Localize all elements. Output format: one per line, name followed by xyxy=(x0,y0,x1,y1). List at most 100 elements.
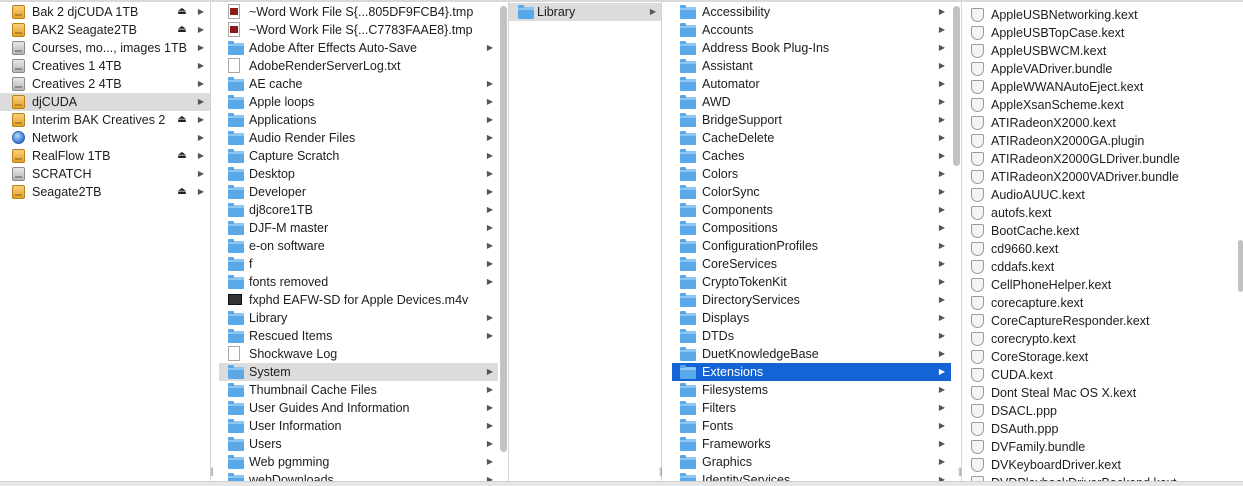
library-item[interactable]: Assistant ▶ xyxy=(672,57,951,75)
library-item[interactable]: Caches ▶ xyxy=(672,147,951,165)
library-column-scrollbar[interactable] xyxy=(953,6,960,166)
library-item[interactable]: Frameworks ▶ xyxy=(672,435,951,453)
djcuda-item[interactable]: User Guides And Information ▶ xyxy=(219,399,498,417)
djcuda-item[interactable]: User Information ▶ xyxy=(219,417,498,435)
column-resize-handle[interactable]: || xyxy=(958,466,962,476)
djcuda-item[interactable]: dj8core1TB ▶ xyxy=(219,201,498,219)
eject-icon[interactable]: ⏏ xyxy=(177,111,187,129)
djcuda-column[interactable]: ~Word Work File S{...805DF9FCB4}.tmp ~Wor… xyxy=(219,2,498,481)
eject-icon[interactable]: ⏏ xyxy=(177,21,187,39)
eject-icon[interactable]: ⏏ xyxy=(177,147,187,165)
library-item[interactable]: Automator ▶ xyxy=(672,75,951,93)
library-item[interactable]: Displays ▶ xyxy=(672,309,951,327)
volume-item[interactable]: Interim BAK Creatives 2 ⏏ ▶ xyxy=(0,111,210,129)
library-item[interactable]: CoreServices ▶ xyxy=(672,255,951,273)
column-resize-handle[interactable]: || xyxy=(210,466,214,476)
djcuda-item[interactable]: Rescued Items ▶ xyxy=(219,327,498,345)
extension-item[interactable]: corecapture.kext xyxy=(962,294,1243,312)
extension-item[interactable]: ATIRadeonX2000.kext xyxy=(962,114,1243,132)
library-item[interactable]: Colors ▶ xyxy=(672,165,951,183)
extension-item[interactable]: AppleWWANAutoEject.kext xyxy=(962,78,1243,96)
volume-item[interactable]: Network ▶ xyxy=(0,129,210,147)
djcuda-item[interactable]: Desktop ▶ xyxy=(219,165,498,183)
library-item[interactable]: ConfigurationProfiles ▶ xyxy=(672,237,951,255)
library-item[interactable]: Compositions ▶ xyxy=(672,219,951,237)
extension-item[interactable]: Dont Steal Mac OS X.kext xyxy=(962,384,1243,402)
volume-item[interactable]: djCUDA ▶ xyxy=(0,93,210,111)
library-item[interactable]: DTDs ▶ xyxy=(672,327,951,345)
volume-item[interactable]: Seagate2TB ⏏ ▶ xyxy=(0,183,210,201)
library-item[interactable]: IdentityServices ▶ xyxy=(672,471,951,481)
library-item[interactable]: DuetKnowledgeBase ▶ xyxy=(672,345,951,363)
djcuda-item[interactable]: Thumbnail Cache Files ▶ xyxy=(219,381,498,399)
djcuda-item[interactable]: Web pgmming ▶ xyxy=(219,453,498,471)
volume-item[interactable]: Creatives 2 4TB ▶ xyxy=(0,75,210,93)
extension-item[interactable]: corecrypto.kext xyxy=(962,330,1243,348)
system-item[interactable]: Library ▶ xyxy=(509,3,661,21)
column-divider[interactable] xyxy=(661,2,662,481)
column-resize-handle[interactable]: || xyxy=(659,466,663,476)
extension-item[interactable]: AppleVADriver.bundle xyxy=(962,60,1243,78)
extension-item[interactable]: ATIRadeonX2000GA.plugin xyxy=(962,132,1243,150)
extension-item[interactable]: cddafs.kext xyxy=(962,258,1243,276)
djcuda-item[interactable]: Applications ▶ xyxy=(219,111,498,129)
library-item[interactable]: CacheDelete ▶ xyxy=(672,129,951,147)
extension-item[interactable]: AppleUSBWCM.kext xyxy=(962,42,1243,60)
extension-item[interactable]: autofs.kext xyxy=(962,204,1243,222)
volume-item[interactable]: Creatives 1 4TB ▶ xyxy=(0,57,210,75)
djcuda-column-scrollbar[interactable] xyxy=(500,6,507,452)
djcuda-item[interactable]: e-on software ▶ xyxy=(219,237,498,255)
library-item[interactable]: Accounts ▶ xyxy=(672,21,951,39)
library-item[interactable]: Filesystems ▶ xyxy=(672,381,951,399)
djcuda-item[interactable]: Developer ▶ xyxy=(219,183,498,201)
extensions-column[interactable]: AppleUSBNetworking.kext AppleUSBTopCase.k… xyxy=(962,2,1243,481)
djcuda-item[interactable]: System ▶ xyxy=(219,363,498,381)
extension-item[interactable]: AppleUSBNetworking.kext xyxy=(962,6,1243,24)
djcuda-item[interactable]: Shockwave Log xyxy=(219,345,498,363)
extension-item[interactable]: ATIRadeonX2000VADriver.bundle xyxy=(962,168,1243,186)
library-item[interactable]: Graphics ▶ xyxy=(672,453,951,471)
library-item[interactable]: Fonts ▶ xyxy=(672,417,951,435)
djcuda-item[interactable]: ~Word Work File S{...805DF9FCB4}.tmp xyxy=(219,3,498,21)
library-item[interactable]: Components ▶ xyxy=(672,201,951,219)
library-item[interactable]: Accessibility ▶ xyxy=(672,3,951,21)
extension-item[interactable]: DVFamily.bundle xyxy=(962,438,1243,456)
djcuda-item[interactable]: ~Word Work File S{...C7783FAAE8}.tmp xyxy=(219,21,498,39)
extension-item[interactable]: cd9660.kext xyxy=(962,240,1243,258)
extension-item[interactable]: BootCache.kext xyxy=(962,222,1243,240)
library-item[interactable]: AWD ▶ xyxy=(672,93,951,111)
library-item[interactable]: Extensions ▶ xyxy=(672,363,951,381)
eject-icon[interactable]: ⏏ xyxy=(177,183,187,201)
extension-item[interactable]: DVKeyboardDriver.kext xyxy=(962,456,1243,474)
extension-item[interactable]: AppleXsanScheme.kext xyxy=(962,96,1243,114)
djcuda-item[interactable]: Audio Render Files ▶ xyxy=(219,129,498,147)
volume-item[interactable]: Bak 2 djCUDA 1TB ⏏ ▶ xyxy=(0,3,210,21)
volume-item[interactable]: Courses, mo..., images 1TB ▶ xyxy=(0,39,210,57)
extensions-column-scrollbar[interactable] xyxy=(1238,240,1243,292)
djcuda-item[interactable]: Users ▶ xyxy=(219,435,498,453)
library-item[interactable]: Filters ▶ xyxy=(672,399,951,417)
extension-item[interactable]: AppleUSBTopCase.kext xyxy=(962,24,1243,42)
djcuda-item[interactable]: fxphd EAFW-SD for Apple Devices.m4v xyxy=(219,291,498,309)
volume-item[interactable]: RealFlow 1TB ⏏ ▶ xyxy=(0,147,210,165)
library-column[interactable]: Accessibility ▶ Accounts ▶ Address Book Plug… xyxy=(672,2,951,481)
djcuda-item[interactable]: Library ▶ xyxy=(219,309,498,327)
volume-item[interactable]: SCRATCH ▶ xyxy=(0,165,210,183)
volume-item[interactable]: BAK2 Seagate2TB ⏏ ▶ xyxy=(0,21,210,39)
djcuda-item[interactable]: Adobe After Effects Auto-Save ▶ xyxy=(219,39,498,57)
djcuda-item[interactable]: AE cache ▶ xyxy=(219,75,498,93)
library-item[interactable]: DirectoryServices ▶ xyxy=(672,291,951,309)
djcuda-item[interactable]: Apple loops ▶ xyxy=(219,93,498,111)
djcuda-item[interactable]: webDownloads ▶ xyxy=(219,471,498,481)
djcuda-item[interactable]: fonts removed ▶ xyxy=(219,273,498,291)
column-divider[interactable] xyxy=(210,2,211,481)
extension-item[interactable]: CoreCaptureResponder.kext xyxy=(962,312,1243,330)
djcuda-item[interactable]: AdobeRenderServerLog.txt xyxy=(219,57,498,75)
extension-item[interactable]: CoreStorage.kext xyxy=(962,348,1243,366)
extension-item[interactable]: DSAuth.ppp xyxy=(962,420,1243,438)
extension-item[interactable]: CUDA.kext xyxy=(962,366,1243,384)
system-column[interactable]: Library ▶ xyxy=(509,2,661,481)
library-item[interactable]: Address Book Plug-Ins ▶ xyxy=(672,39,951,57)
extension-item[interactable]: DVDPlaybackDriverBackend.kext xyxy=(962,474,1243,481)
extension-item[interactable]: ATIRadeonX2000GLDriver.bundle xyxy=(962,150,1243,168)
